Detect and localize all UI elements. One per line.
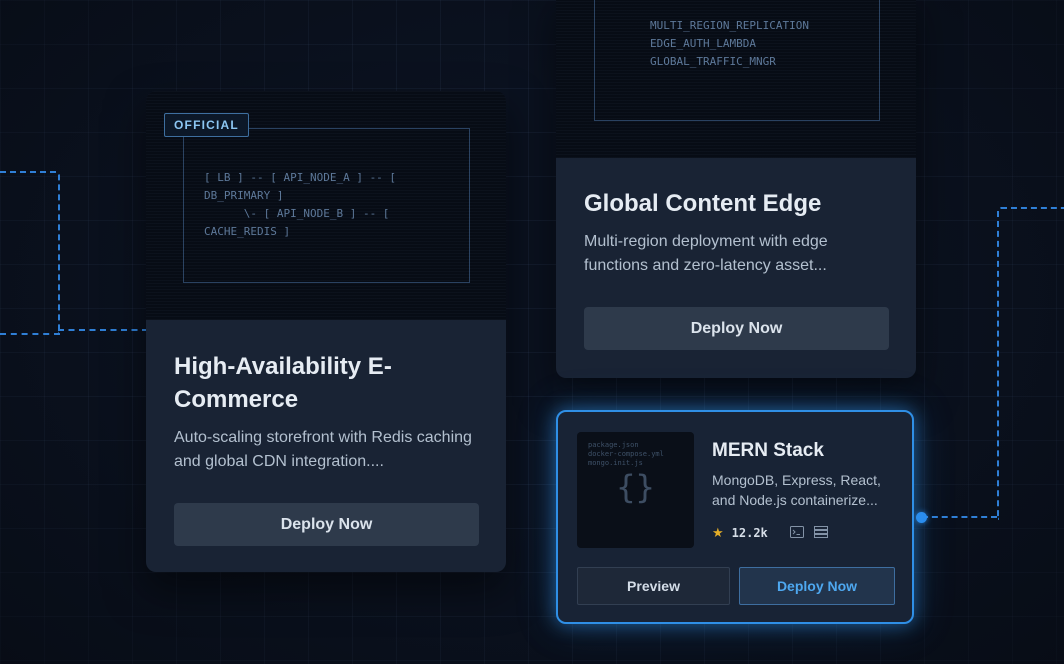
card-title: Global Content Edge [584,190,822,217]
template-card-ecommerce[interactable]: [ LB ] -- [ API_NODE_A ] -- [ DB_PRIMARY… [146,91,506,572]
deploy-now-button[interactable]: Deploy Now [584,307,889,350]
connector-left-tail [58,329,148,331]
database-icon [813,525,828,541]
deploy-now-button[interactable]: Deploy Now [739,567,895,605]
architecture-diagram-text: MULTI_REGION_REPLICATION EDGE_AUTH_LAMBD… [650,19,809,68]
card-title: MERN Stack [712,440,824,461]
star-count: 12.2k [731,526,768,540]
architecture-preview: MULTI_REGION_REPLICATION EDGE_AUTH_LAMBD… [556,0,916,158]
connector-right [997,207,1064,520]
code-braces-icon: {} [616,468,655,506]
template-card-global-edge[interactable]: MULTI_REGION_REPLICATION EDGE_AUTH_LAMBD… [556,0,916,378]
official-badge: OFFICIAL [164,113,249,137]
card-title: High-Availability E-Commerce [174,353,392,413]
card-description: MongoDB, Express, React, and Node.js con… [712,472,881,508]
star-icon: ★ [712,525,724,540]
diagram-frame [594,0,880,121]
connector-left [0,171,60,335]
deploy-now-button[interactable]: Deploy Now [174,503,479,546]
template-card-mern-stack[interactable]: package.json docker-compose.yml mongo.in… [556,410,914,624]
template-meta: ★ 12.2k [712,525,828,541]
preview-button[interactable]: Preview [577,567,730,605]
connector-node [916,512,927,523]
terminal-icon [789,525,804,541]
architecture-diagram-text: [ LB ] -- [ API_NODE_A ] -- [ DB_PRIMARY… [204,171,397,238]
connector-right-tail [922,516,997,518]
thumbnail-file-list: package.json docker-compose.yml mongo.in… [588,441,664,467]
template-thumbnail: package.json docker-compose.yml mongo.in… [577,432,694,548]
card-description: Multi-region deployment with edge functi… [584,233,828,274]
card-description: Auto-scaling storefront with Redis cachi… [174,429,472,470]
diagram-frame [183,128,470,283]
